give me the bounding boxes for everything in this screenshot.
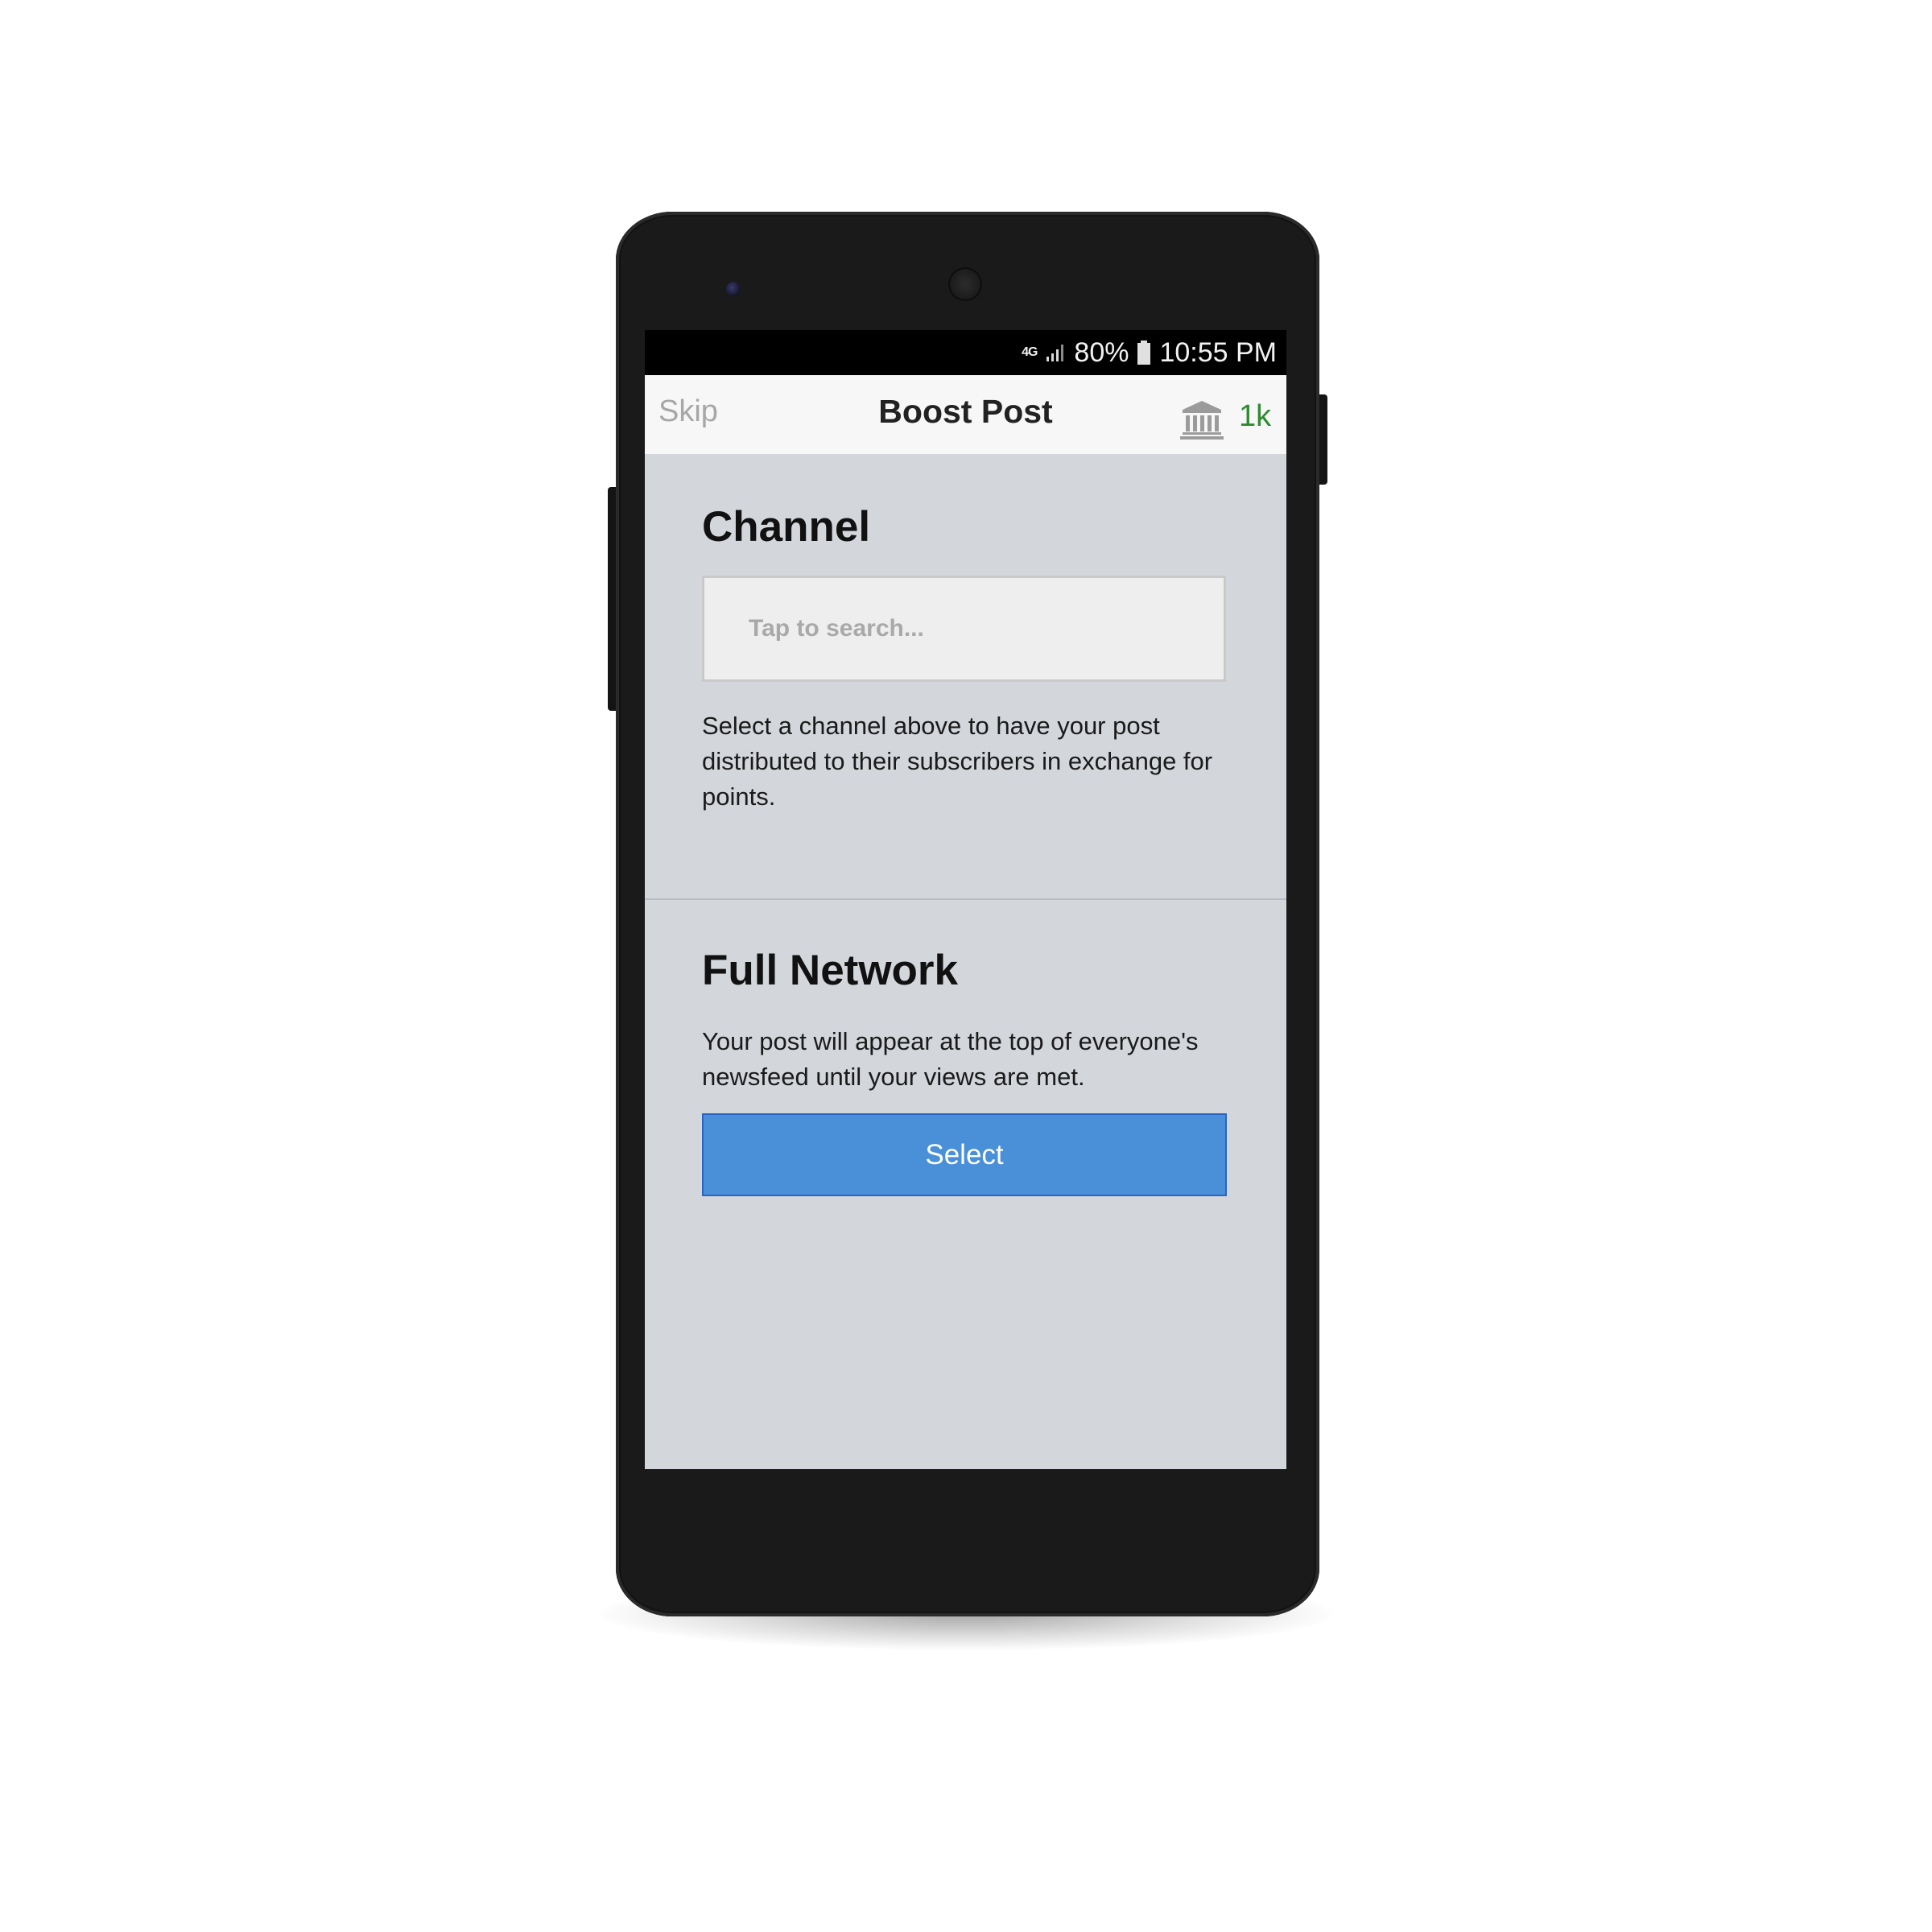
stage: 4G 80% 10:55 PM Skip Boost Post 1k Chann… [0, 0, 1932, 1932]
channel-description: Select a channel above to have your post… [702, 712, 1213, 811]
status-bar: 4G 80% 10:55 PM [645, 330, 1286, 375]
signal-icon [1045, 342, 1066, 363]
clock: 10:55 PM [1159, 336, 1277, 368]
front-camera [726, 282, 741, 296]
earpiece-speaker [948, 267, 982, 301]
network-type-icon: 4G [1022, 345, 1038, 359]
full-network-heading: Full Network [702, 947, 959, 994]
phone-screen: 4G 80% 10:55 PM Skip Boost Post 1k Chann… [645, 330, 1286, 1469]
channel-section: Channel Select a channel above to have y… [645, 454, 1286, 900]
select-full-network-button[interactable]: Select [702, 1113, 1227, 1196]
nav-bar: Skip Boost Post 1k [645, 375, 1286, 454]
battery-percent: 80% [1074, 336, 1129, 368]
bank-icon[interactable] [1179, 399, 1224, 440]
status-indicators: 4G 80% 10:55 PM [1022, 330, 1277, 375]
channel-heading: Channel [702, 503, 871, 551]
full-network-description: Your post will appear at the top of ever… [702, 1027, 1199, 1091]
points-balance: 1k [1239, 399, 1272, 433]
battery-icon [1137, 341, 1151, 365]
channel-search-input[interactable] [702, 576, 1226, 682]
